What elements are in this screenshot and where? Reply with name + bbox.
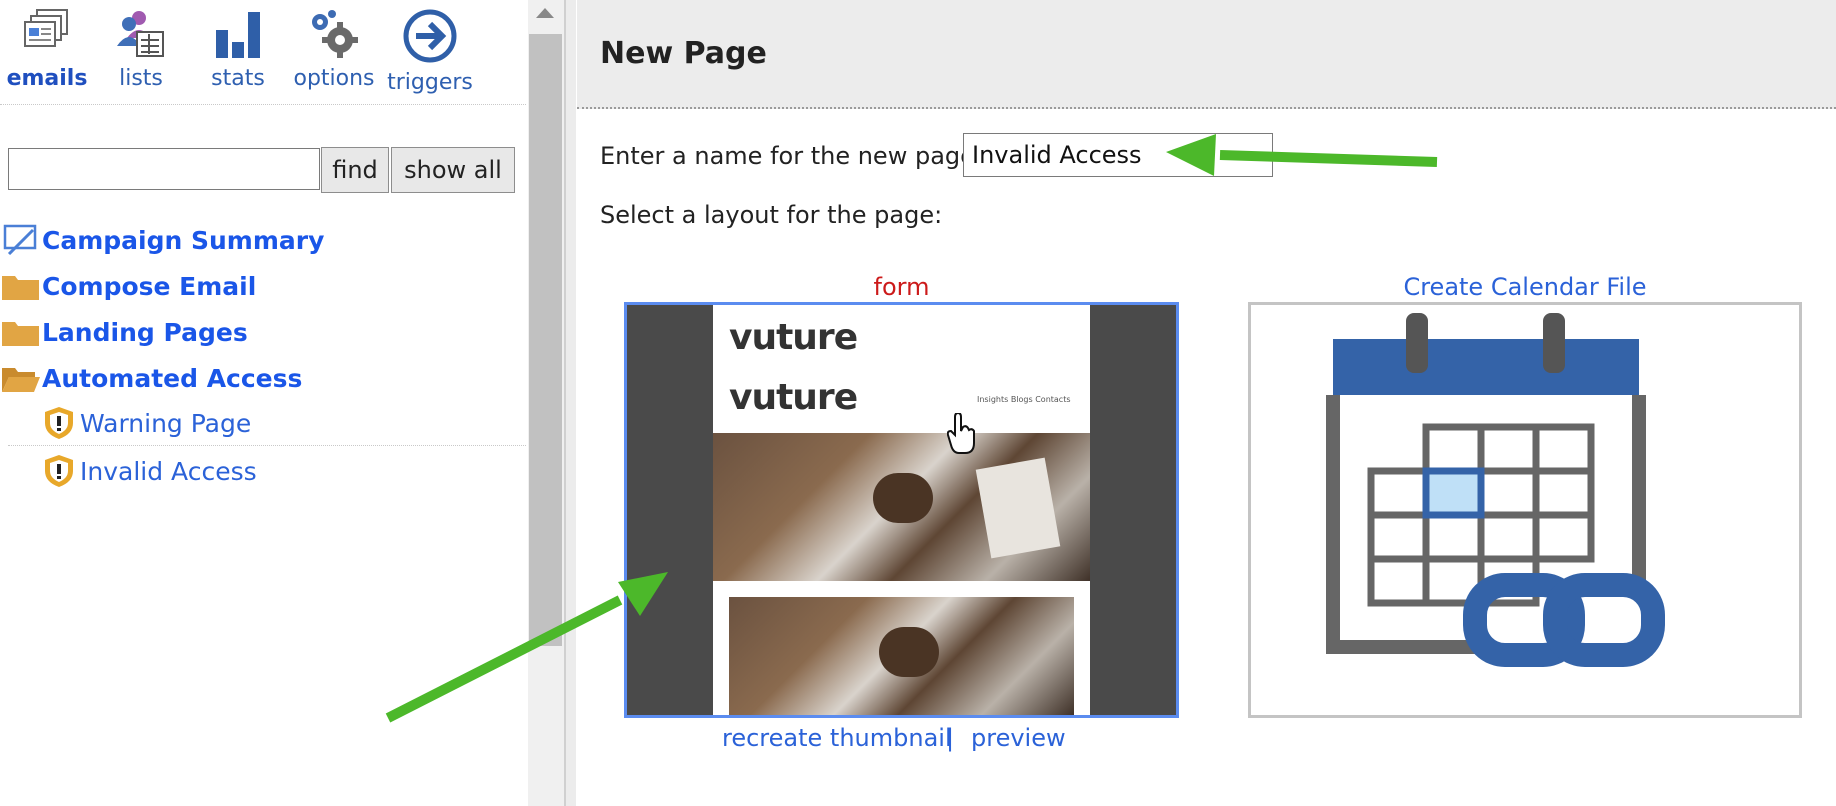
annotation-arrow-to-name [1166, 134, 1438, 176]
annotation-arrow-to-form [385, 572, 668, 723]
annotation-arrows [385, 134, 1438, 723]
